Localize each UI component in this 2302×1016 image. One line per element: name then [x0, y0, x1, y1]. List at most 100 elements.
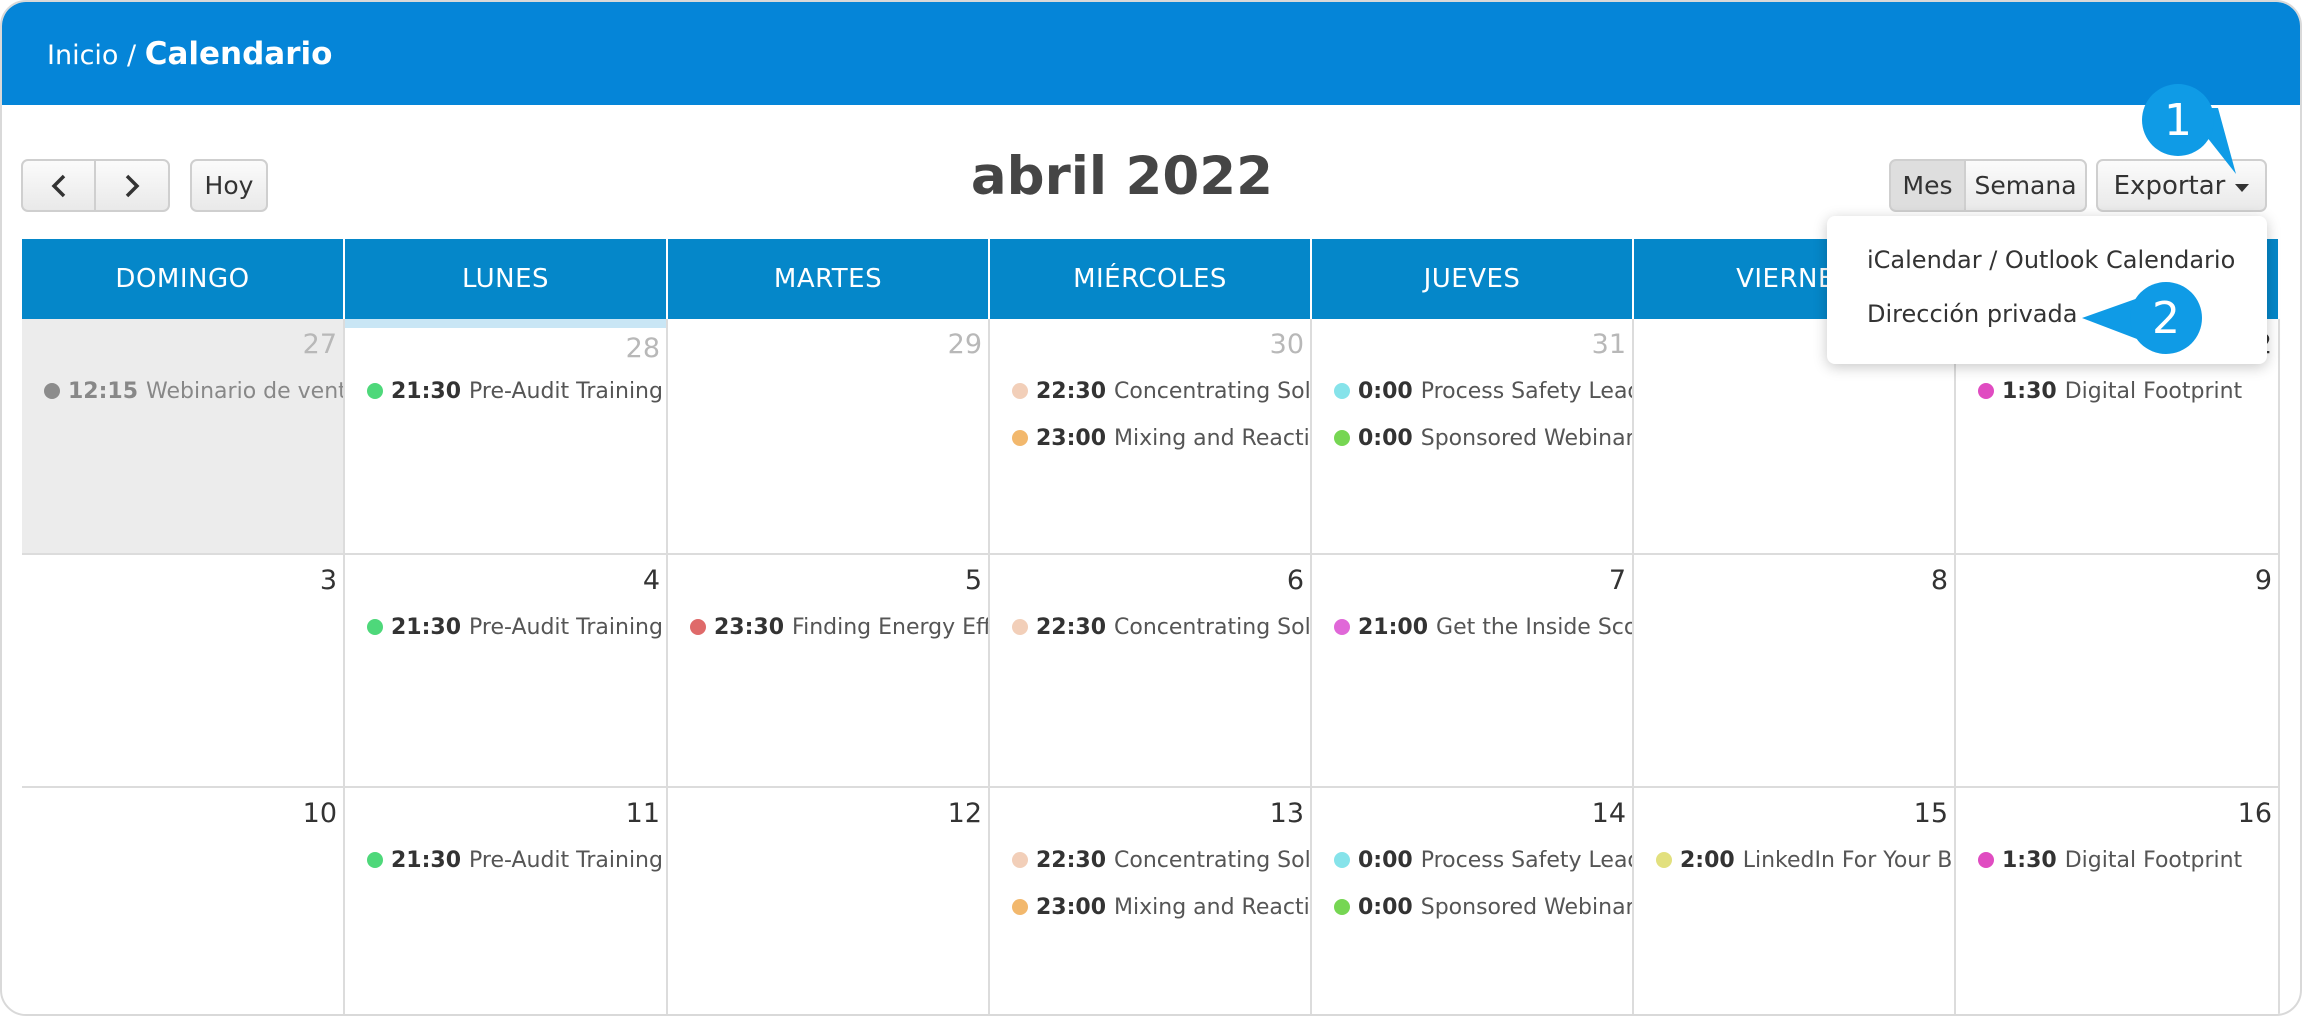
view-month-button[interactable]: Mes — [1889, 159, 1966, 212]
day-cell[interactable]: 13 22:30 Concentrating Solar 23:00 Mixing an… — [990, 788, 1312, 1014]
day-cell[interactable]: 29 — [668, 319, 990, 555]
day-number: 9 — [2254, 565, 2272, 596]
event-time: 12:15 — [68, 378, 139, 404]
day-cell[interactable]: 30 22:30 Concentrating Solar 23:00 Mixing an… — [990, 319, 1312, 555]
next-month-button[interactable] — [94, 159, 170, 212]
day-cell[interactable]: 27 12:15 Webinario de ventas — [22, 319, 345, 555]
day-number: 29 — [947, 329, 982, 360]
day-number: 8 — [1930, 565, 1948, 596]
event-time: 23:30 — [714, 614, 785, 640]
day-number: 12 — [947, 798, 982, 829]
event-dot-icon — [1334, 619, 1350, 635]
export-dropdown-menu: iCalendar / Outlook Calendario Dirección… — [1827, 216, 2267, 364]
event-dot-icon — [1012, 619, 1028, 635]
day-cell[interactable]: 5 23:30 Finding Energy Efficie — [668, 555, 990, 788]
calendar-event[interactable]: 2:00 LinkedIn For Your Bus — [1656, 844, 1956, 876]
event-dot-icon — [1978, 852, 1994, 868]
event-title: Get the Inside Scoop — [1436, 614, 1632, 640]
calendar-event[interactable]: 0:00 Process Safety Leader — [1334, 844, 1632, 876]
event-title: Webinario de ventas — [146, 378, 343, 404]
calendar-event[interactable]: 1:30 Digital Footprint — [1978, 375, 2242, 407]
event-dot-icon — [1334, 899, 1350, 915]
day-number: 6 — [1286, 565, 1304, 596]
day-cell[interactable]: 10 — [22, 788, 345, 1014]
event-dot-icon — [1012, 899, 1028, 915]
event-title: Mixing and Reaction — [1114, 425, 1310, 451]
event-time: 0:00 — [1358, 894, 1413, 920]
view-week-button[interactable]: Semana — [1964, 159, 2087, 212]
event-dot-icon — [1012, 383, 1028, 399]
event-title: Concentrating Solar — [1114, 614, 1312, 640]
top-bar: Inicio / Calendario — [2, 2, 2300, 105]
month-grid: 27 12:15 Webinario de ventas 28 21:30 Pre-Aud… — [22, 319, 2280, 1014]
breadcrumb: Inicio / Calendario — [47, 34, 332, 76]
calendar-event[interactable]: 0:00 Sponsored Webinar: E — [1334, 891, 1634, 923]
event-time: 22:30 — [1036, 847, 1107, 873]
calendar-event[interactable]: 0:00 Process Safety Leader — [1334, 375, 1632, 407]
weekday-header-sun: DOMINGO — [22, 239, 345, 319]
breadcrumb-separator: / — [118, 40, 145, 71]
event-title: Pre-Audit Training — [469, 614, 663, 640]
calendar-event[interactable]: 23:30 Finding Energy Efficie — [690, 611, 988, 643]
calendar-event[interactable]: 23:00 Mixing and Reaction — [1012, 422, 1310, 454]
day-number: 3 — [319, 565, 337, 596]
event-time: 22:30 — [1036, 614, 1107, 640]
calendar-event[interactable]: 21:00 Get the Inside Scoop — [1334, 611, 1632, 643]
day-number: 27 — [302, 329, 337, 360]
export-icalendar-item[interactable]: iCalendar / Outlook Calendario — [1867, 246, 2235, 274]
day-cell[interactable]: 7 21:00 Get the Inside Scoop — [1312, 555, 1634, 788]
event-time: 23:00 — [1036, 894, 1107, 920]
event-time: 0:00 — [1358, 378, 1413, 404]
day-number: 13 — [1269, 798, 1304, 829]
calendar-title: abril 2022 — [970, 146, 1274, 207]
event-time: 21:30 — [391, 847, 462, 873]
calendar-event[interactable]: 23:00 Mixing and Reaction — [1012, 891, 1310, 923]
event-time: 0:00 — [1358, 425, 1413, 451]
today-button[interactable]: Hoy — [190, 159, 268, 212]
day-cell[interactable]: 12 — [668, 788, 990, 1014]
calendar-event[interactable]: 0:00 Sponsored Webinar: E — [1334, 422, 1634, 454]
event-dot-icon — [1012, 430, 1028, 446]
event-dot-icon — [1334, 430, 1350, 446]
day-cell[interactable]: 31 0:00 Process Safety Leader 0:00 Sponsored… — [1312, 319, 1634, 555]
event-time: 1:30 — [2002, 378, 2057, 404]
calendar-event[interactable]: 22:30 Concentrating Solar — [1012, 375, 1310, 407]
day-cell[interactable]: 6 22:30 Concentrating Solar — [990, 555, 1312, 788]
calendar-event[interactable]: 21:30 Pre-Audit Training — [367, 844, 663, 876]
day-cell[interactable]: 11 21:30 Pre-Audit Training — [345, 788, 668, 1014]
day-cell[interactable]: 15 2:00 LinkedIn For Your Bus — [1634, 788, 1956, 1014]
calendar-event[interactable]: 22:30 Concentrating Solar — [1012, 611, 1312, 643]
event-time: 23:00 — [1036, 425, 1107, 451]
event-dot-icon — [44, 383, 60, 399]
day-cell[interactable]: 14 0:00 Process Safety Leader 0:00 Sponsored… — [1312, 788, 1634, 1014]
event-title: Concentrating Solar — [1114, 847, 1312, 873]
event-title: LinkedIn For Your Bus — [1742, 847, 1956, 873]
caret-down-icon — [2235, 183, 2250, 192]
day-cell[interactable]: 4 21:30 Pre-Audit Training — [345, 555, 668, 788]
day-cell[interactable]: 9 — [1956, 555, 2280, 788]
event-title: Pre-Audit Training — [469, 847, 663, 873]
day-cell[interactable]: 16 1:30 Digital Footprint — [1956, 788, 2280, 1014]
day-number: 7 — [1608, 565, 1626, 596]
event-title: Digital Footprint — [2064, 378, 2243, 404]
calendar-event[interactable]: 21:30 Pre-Audit Training — [367, 375, 663, 407]
day-number: 10 — [302, 798, 337, 829]
calendar-event[interactable]: 22:30 Concentrating Solar — [1012, 844, 1312, 876]
export-private-address-item[interactable]: Dirección privada — [1867, 300, 2077, 328]
calendar-event[interactable]: 1:30 Digital Footprint — [1978, 844, 2242, 876]
event-title: Sponsored Webinar: E — [1420, 425, 1634, 451]
day-cell[interactable]: 8 — [1634, 555, 1956, 788]
breadcrumb-home-link[interactable]: Inicio — [47, 40, 118, 71]
event-title: Pre-Audit Training — [469, 378, 663, 404]
event-title: Sponsored Webinar: E — [1420, 894, 1634, 920]
calendar-event[interactable]: 12:15 Webinario de ventas — [44, 375, 343, 407]
prev-month-button[interactable] — [21, 159, 96, 212]
day-number: 14 — [1591, 798, 1626, 829]
event-dot-icon — [1334, 383, 1350, 399]
chevron-left-icon — [51, 174, 65, 197]
day-cell[interactable]: 28 21:30 Pre-Audit Training — [345, 319, 668, 555]
event-dot-icon — [1012, 852, 1028, 868]
day-cell[interactable]: 3 — [22, 555, 345, 788]
event-title: Mixing and Reaction — [1114, 894, 1310, 920]
calendar-event[interactable]: 21:30 Pre-Audit Training — [367, 611, 663, 643]
